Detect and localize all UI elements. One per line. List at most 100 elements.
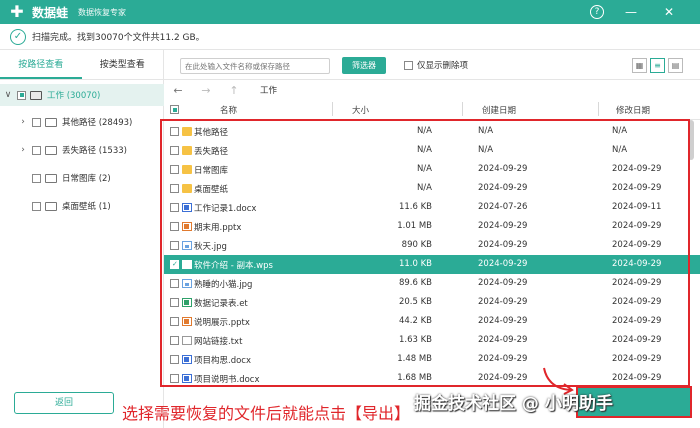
file-row[interactable]: 数据记录表.et 20.5 KB 2024-09-29 2024-09-29 xyxy=(164,293,700,312)
file-checkbox[interactable] xyxy=(170,279,179,288)
file-row[interactable]: 秋天.jpg 890 KB 2024-09-29 2024-09-29 xyxy=(164,236,700,255)
file-modified: 2024-09-29 xyxy=(612,316,662,326)
jpg-file-icon xyxy=(182,279,192,288)
minimize-button[interactable]: — xyxy=(622,3,640,21)
detail-view-icon[interactable]: ▤ xyxy=(668,58,683,73)
back-arrow-icon[interactable]: ← xyxy=(164,84,192,97)
tab-by-type[interactable]: 按类型查看 xyxy=(82,50,164,79)
col-name-header[interactable]: 名称 xyxy=(220,104,237,116)
app-name: 数据蛙 xyxy=(32,5,69,20)
chevron-right-icon[interactable]: › xyxy=(18,117,28,127)
file-name: 数据记录表.et xyxy=(194,299,248,309)
forward-arrow-icon[interactable]: → xyxy=(192,84,220,97)
file-checkbox[interactable] xyxy=(170,165,179,174)
drive-icon xyxy=(30,90,42,100)
file-modified: 2024-09-29 xyxy=(612,221,662,231)
file-row[interactable]: 丢失路径 N/A N/A N/A xyxy=(164,141,700,160)
file-name: 丢失路径 xyxy=(194,147,229,157)
file-row[interactable]: 其他路径 N/A N/A N/A xyxy=(164,122,700,141)
file-modified: 2024-09-29 xyxy=(612,183,662,193)
file-checkbox[interactable] xyxy=(170,146,179,155)
tree-checkbox[interactable] xyxy=(32,117,41,127)
folder-icon xyxy=(45,117,57,127)
col-created-header[interactable]: 创建日期 xyxy=(482,104,516,116)
file-name: 秋天.jpg xyxy=(194,242,227,252)
file-modified: 2024-09-29 xyxy=(612,259,662,269)
view-tabs: 按路径查看 按类型查看 xyxy=(0,50,163,80)
tree-checkbox[interactable] xyxy=(17,90,26,100)
title-bar: ✚ 数据蛙 数据恢复专家 ? — ✕ xyxy=(0,0,700,24)
deleted-only-toggle[interactable]: 仅显示删除项 xyxy=(404,59,468,71)
file-row[interactable]: 说明展示.pptx 44.2 KB 2024-09-29 2024-09-29 xyxy=(164,312,700,331)
file-row[interactable]: ✓ 软件介绍 - 副本.wps 11.0 KB 2024-09-29 2024-09-2… xyxy=(164,255,700,274)
file-row[interactable]: 项目构思.docx 1.48 MB 2024-09-29 2024-09-29 xyxy=(164,350,700,369)
chevron-right-icon[interactable]: › xyxy=(18,145,28,155)
file-checkbox[interactable]: ✓ xyxy=(170,260,179,269)
file-checkbox[interactable] xyxy=(170,374,179,383)
file-checkbox[interactable] xyxy=(170,222,179,231)
file-checkbox[interactable] xyxy=(170,355,179,364)
file-row[interactable]: 期末用.pptx 1.01 MB 2024-09-29 2024-09-29 xyxy=(164,217,700,236)
file-checkbox[interactable] xyxy=(170,203,179,212)
list-view-icon[interactable]: ≡ xyxy=(650,58,665,73)
file-name: 其他路径 xyxy=(194,128,229,138)
chevron-down-icon[interactable]: ∨ xyxy=(3,90,13,100)
scrollbar[interactable] xyxy=(688,120,694,160)
tree-checkbox[interactable] xyxy=(32,201,41,211)
search-input[interactable] xyxy=(180,58,330,74)
col-modified-header[interactable]: 修改日期 xyxy=(616,104,650,116)
app-subtitle: 数据恢复专家 xyxy=(78,7,127,17)
file-created: 2024-09-29 xyxy=(478,335,528,345)
file-name: 网站链接.txt xyxy=(194,337,243,347)
wps-file-icon xyxy=(182,260,192,269)
folder-file-icon xyxy=(182,165,192,174)
pptx-file-icon xyxy=(182,222,192,231)
file-size: 89.6 KB xyxy=(398,278,432,288)
file-checkbox[interactable] xyxy=(170,298,179,307)
file-created: 2024-09-29 xyxy=(478,297,528,307)
scan-status-text: 扫描完成。找到30070个文件共11.2 GB。 xyxy=(32,33,205,43)
file-row[interactable]: 桌面壁纸 N/A 2024-09-29 2024-09-29 xyxy=(164,179,700,198)
file-checkbox[interactable] xyxy=(170,241,179,250)
tree-item-work[interactable]: ∨ 工作 (30070) xyxy=(0,84,164,106)
file-modified: 2024-09-29 xyxy=(612,164,662,174)
filter-button[interactable]: 筛选器 xyxy=(342,57,386,74)
col-size-header[interactable]: 大小 xyxy=(352,104,369,116)
file-checkbox[interactable] xyxy=(170,317,179,326)
file-name: 项目构思.docx xyxy=(194,356,252,366)
file-checkbox[interactable] xyxy=(170,336,179,345)
deleted-only-checkbox[interactable] xyxy=(404,60,413,70)
column-divider[interactable] xyxy=(598,102,599,116)
file-size: 20.5 KB xyxy=(398,297,432,307)
file-name: 说明展示.pptx xyxy=(194,318,250,328)
file-row[interactable]: 熟睡的小猫.jpg 89.6 KB 2024-09-29 2024-09-29 xyxy=(164,274,700,293)
column-divider[interactable] xyxy=(332,102,333,116)
file-size: 11.0 KB xyxy=(398,259,432,269)
file-size: 890 KB xyxy=(401,240,432,250)
tree-checkbox[interactable] xyxy=(32,173,41,183)
column-divider[interactable] xyxy=(462,102,463,116)
grid-view-icon[interactable]: ▦ xyxy=(632,58,647,73)
up-arrow-icon[interactable]: ↑ xyxy=(220,84,248,97)
select-all-checkbox[interactable] xyxy=(170,105,179,114)
tree-item-lost-paths[interactable]: › 丢失路径 (1533) xyxy=(0,139,164,161)
tree-item-label: 其他路径 (28493) xyxy=(62,118,133,128)
tab-by-path[interactable]: 按路径查看 xyxy=(0,50,82,79)
file-row[interactable]: 工作记录1.docx 11.6 KB 2024-07-26 2024-09-11 xyxy=(164,198,700,217)
close-button[interactable]: ✕ xyxy=(660,3,678,21)
file-checkbox[interactable] xyxy=(170,127,179,136)
file-row[interactable]: 日常图库 N/A 2024-09-29 2024-09-29 xyxy=(164,160,700,179)
folder-icon xyxy=(45,173,57,183)
file-name: 期末用.pptx xyxy=(194,223,242,233)
file-modified: 2024-09-29 xyxy=(612,335,662,345)
back-button[interactable]: 返回 xyxy=(14,392,114,414)
file-size: N/A xyxy=(416,164,432,174)
file-size: N/A xyxy=(416,126,432,136)
file-checkbox[interactable] xyxy=(170,184,179,193)
file-row[interactable]: 网站链接.txt 1.63 KB 2024-09-29 2024-09-29 xyxy=(164,331,700,350)
tree-item-desktop-wallpaper[interactable]: 桌面壁纸 (1) xyxy=(0,195,164,217)
help-icon[interactable]: ? xyxy=(590,5,604,19)
tree-item-other-paths[interactable]: › 其他路径 (28493) xyxy=(0,111,164,133)
tree-checkbox[interactable] xyxy=(32,145,41,155)
tree-item-daily-gallery[interactable]: 日常图库 (2) xyxy=(0,167,164,189)
